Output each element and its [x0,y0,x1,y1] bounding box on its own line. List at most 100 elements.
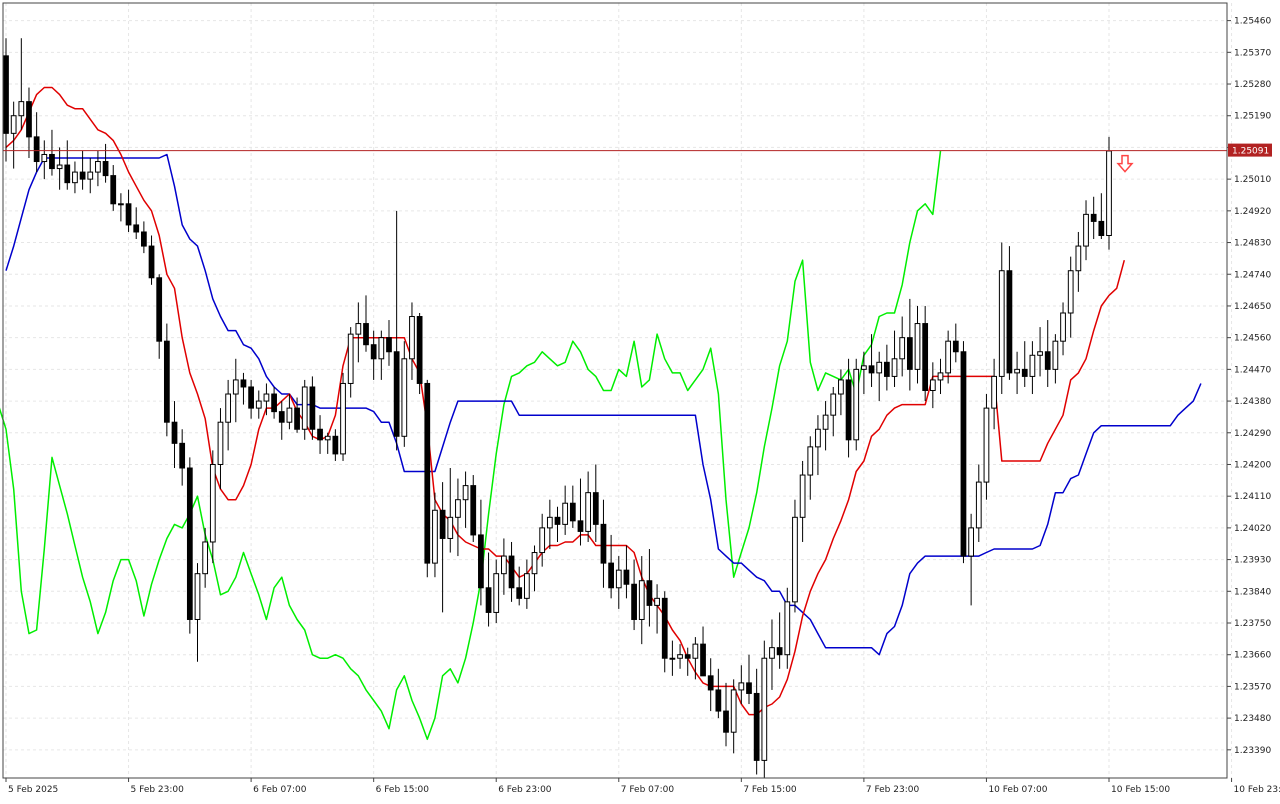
candle-body-bear [883,361,890,377]
candle-body-bear [1090,213,1097,222]
y-tick-label: 1.23390 [1234,746,1271,756]
x-tick-label: 6 Feb 15:00 [376,785,430,795]
candle-body-bull [18,101,25,117]
candle-body-bull [830,393,837,416]
candle-body-bear [141,231,147,247]
candle-body-bull [692,643,699,659]
y-tick-label: 1.24740 [1234,270,1271,280]
candle-body-bull [87,171,94,180]
chart-svg[interactable]: 1.254601.253701.252801.251901.251001.250… [0,0,1280,800]
candle-body-bear [439,509,446,539]
candle-body-bull [945,340,952,374]
candle-body-bear [470,485,477,536]
candle-body-bull [738,682,745,691]
candle-body-bear [64,164,71,184]
candle-body-bear [3,55,9,134]
candle-body-bull [654,597,660,606]
candle-body-bear [569,502,576,522]
candle-body-bear [386,337,392,353]
candle-body-bull [118,203,124,206]
y-tick-label: 1.24110 [1234,492,1271,502]
candle-body-bull [815,428,821,448]
candle-body-bear [906,337,913,370]
candle-body-bear [508,555,515,589]
candle-body-bull [455,499,461,518]
candle-body-bear [294,407,300,430]
candle-body-bear [26,101,32,138]
candle-body-bull [615,569,622,589]
candle-body-bear [186,467,193,620]
candle-body-bull [1067,270,1074,314]
candle-body-bear [592,492,599,525]
candle-body-bull [937,372,944,381]
candle-body-bear [723,710,729,733]
candle-body-bear [278,411,285,423]
candle-body-bear [33,136,40,163]
candle-body-bull [807,446,814,476]
candle-body-bull [10,115,17,134]
candle-body-bear [868,365,875,374]
candle-body-bear [156,277,163,342]
candle-body-bear [715,689,722,712]
candle-body-bull [853,368,860,441]
chart-root: 1.254601.253701.252801.251901.251001.250… [0,0,1280,800]
candle-body-bear [845,379,852,441]
y-tick-label: 1.25460 [1234,17,1271,27]
candle-body-bull [95,161,101,173]
candle-body-bull [539,527,546,554]
y-tick-label: 1.24020 [1234,524,1271,534]
candle-body-bull [891,358,898,377]
candle-body-bear [700,643,706,677]
y-tick-label: 1.23570 [1234,682,1271,692]
y-tick-label: 1.25280 [1234,80,1271,90]
x-tick-label: 10 Feb 15:00 [1111,785,1170,795]
x-tick-label: 5 Feb 23:00 [131,785,185,795]
candle-body-bear [179,442,186,469]
candle-body-bear [133,224,140,233]
candle-body-bull [1014,368,1020,374]
candle-body-bull [983,407,990,483]
candle-body-bull [899,337,906,360]
chart-background [0,0,1280,800]
candle-body-bull [72,171,78,184]
y-tick-label: 1.24560 [1234,334,1271,344]
y-tick-label: 1.25010 [1234,175,1271,185]
candle-body-bear [608,562,614,589]
candle-body-bear [424,382,431,564]
candle-body-bull [929,379,936,392]
candle-body-bear [49,153,55,170]
y-tick-label: 1.23930 [1234,556,1271,566]
candle-body-bull [730,689,737,733]
candle-body-bull [523,573,530,599]
candle-body-bear [248,386,254,409]
candle-body-bear [753,692,760,761]
candle-body-bear [317,428,323,441]
y-tick-label: 1.24920 [1234,207,1271,217]
candle-body-bear [271,393,277,413]
candle-body-bull [301,386,308,430]
candle-body-bull [225,393,232,423]
candle-body-bull [1037,351,1043,356]
candle-body-bear [79,171,86,180]
current-price-label: 1.25091 [1232,147,1269,157]
candle-body-bull [462,485,469,501]
candle-body-bull [1083,213,1089,247]
candle-body-bull [286,407,293,423]
candle-body-bear [171,421,178,444]
candle-body-bull [975,481,982,529]
y-tick-label: 1.25370 [1234,48,1271,58]
y-tick-label: 1.24200 [1234,460,1271,470]
candle-body-bear [516,587,523,599]
candle-body-bull [769,647,775,659]
candle-body-bear [309,386,316,430]
candle-body-bear [125,203,132,226]
candle-body-bear [554,516,561,525]
candle-body-bear [363,323,369,346]
y-tick-label: 1.23480 [1234,714,1271,724]
candle-body-bear [1044,351,1051,370]
candle-body-bear [478,534,484,589]
candle-body-bull [209,463,216,543]
candle-body-bull [968,527,974,557]
candle-body-bear [577,520,584,532]
candle-body-bear [600,523,607,564]
